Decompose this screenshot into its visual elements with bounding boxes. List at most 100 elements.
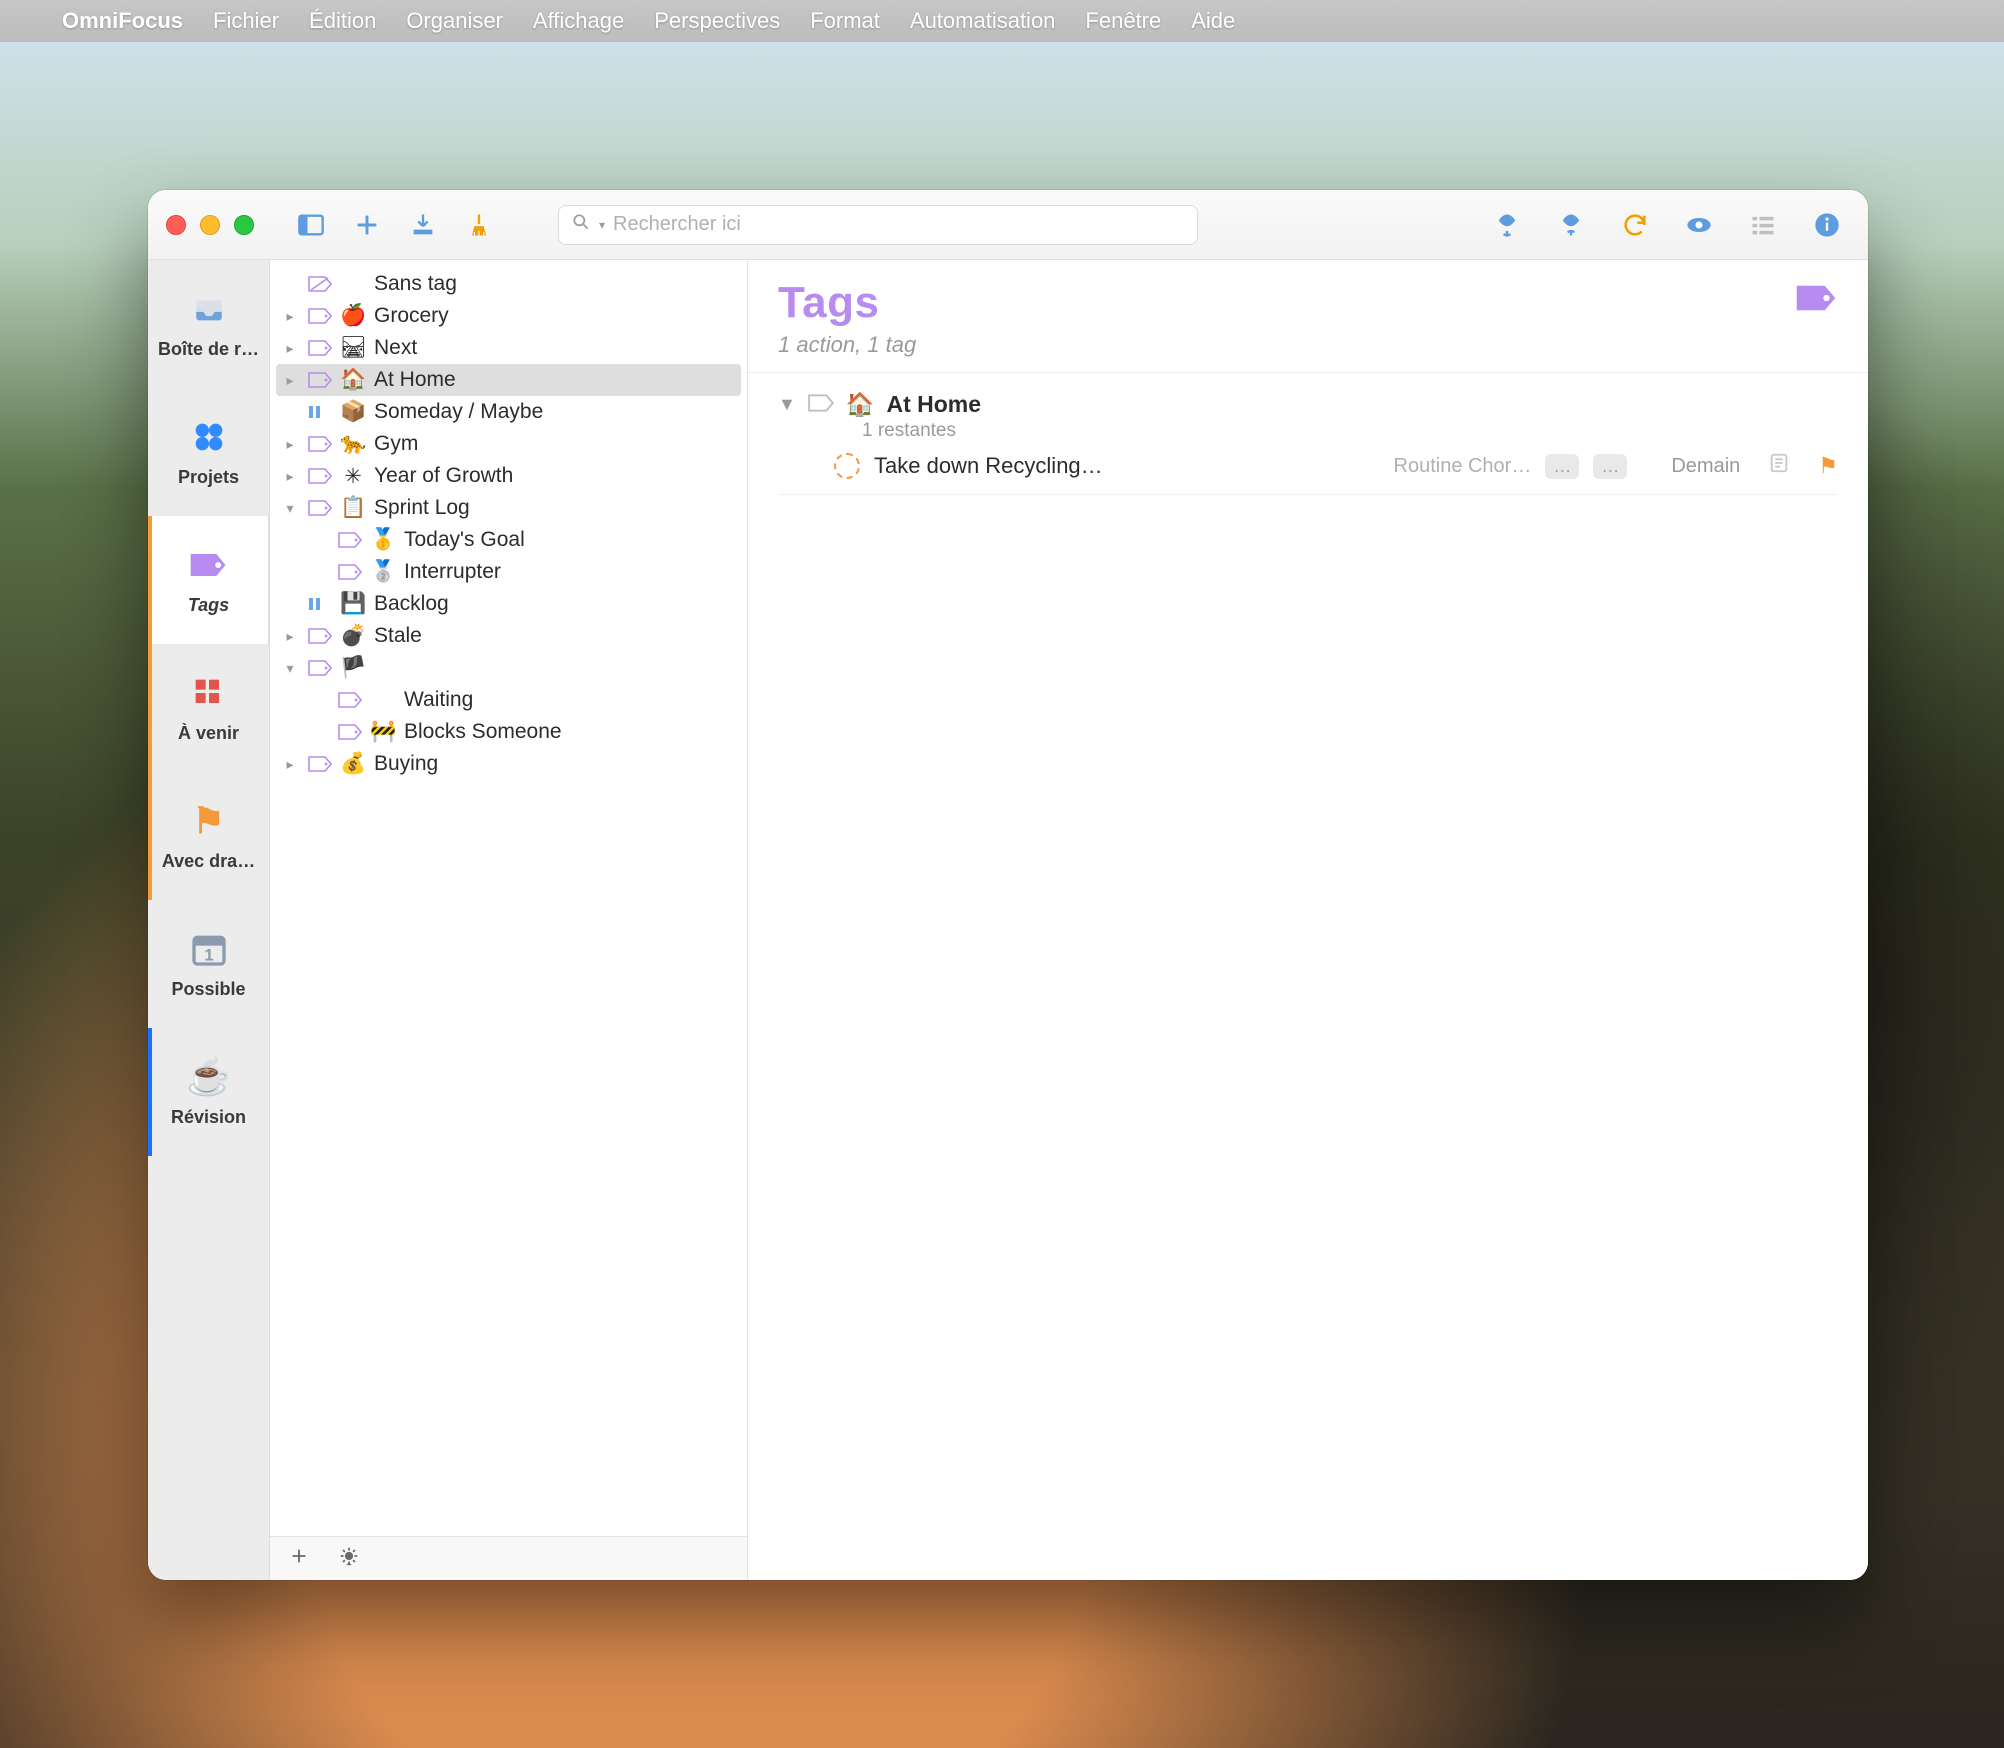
toolbar-search[interactable]: ▾ — [558, 205, 1198, 245]
forecast-icon — [187, 673, 231, 713]
tag-tree-row[interactable]: 🚧Blocks Someone — [270, 716, 747, 748]
tree-disclose-icon[interactable]: ▸ — [280, 372, 300, 389]
tag-tree-row[interactable]: ▾🏴 — [270, 652, 747, 684]
section-emoji: 🏠 — [846, 391, 875, 418]
tag-icon — [338, 531, 362, 549]
menubar-app-name[interactable]: OmniFocus — [62, 8, 183, 34]
menu-edit[interactable]: Édition — [309, 8, 376, 34]
tree-disclose-icon[interactable]: ▾ — [280, 660, 300, 677]
tag-tree-row[interactable]: Waiting — [270, 684, 747, 716]
toggle-sidebar-button[interactable] — [294, 208, 328, 242]
tag-emoji: 💾 — [340, 592, 366, 616]
tree-disclose-icon[interactable]: ▸ — [280, 308, 300, 325]
menu-format[interactable]: Format — [810, 8, 880, 34]
list-layout-button[interactable] — [1746, 208, 1780, 242]
tag-emoji: 🍎 — [340, 304, 366, 328]
tag-tree-row[interactable]: ▸✳Year of Growth — [270, 460, 747, 492]
tree-disclose-icon[interactable]: ▸ — [280, 436, 300, 453]
tag-icon — [308, 275, 332, 293]
inspector-button[interactable] — [1810, 208, 1844, 242]
menu-perspectives[interactable]: Perspectives — [654, 8, 780, 34]
tree-action-menu[interactable] — [338, 1545, 360, 1572]
window-zoom-button[interactable] — [234, 215, 254, 235]
perspective-projects[interactable]: Projets — [148, 388, 269, 516]
tag-tree-row[interactable]: ▸🏠At Home — [276, 364, 741, 396]
tag-emoji: 💰 — [340, 752, 366, 776]
tag-tree-row[interactable]: ▸ 🛤 Next — [270, 332, 747, 364]
tag-emoji: 📦 — [340, 400, 366, 424]
tag-tree-row[interactable]: 💾Backlog — [270, 588, 747, 620]
perspective-flagged[interactable]: ⚑ Avec dra… — [148, 772, 269, 900]
tag-tree-row[interactable]: 🥈Interrupter — [270, 556, 747, 588]
note-icon[interactable] — [1768, 452, 1790, 480]
perspective-forecast[interactable]: À venir — [148, 644, 269, 772]
sync-button[interactable] — [1618, 208, 1652, 242]
perspective-label: À venir — [154, 723, 264, 744]
tag-tree-row[interactable]: 📦Someday / Maybe — [270, 396, 747, 428]
tree-disclose-icon[interactable]: ▸ — [280, 468, 300, 485]
tree-disclose-icon[interactable]: ▸ — [280, 628, 300, 645]
inbox-icon — [187, 289, 231, 329]
tag-icon — [308, 499, 332, 517]
tag-emoji: 🛤 — [340, 336, 366, 360]
tag-label: Next — [374, 336, 417, 360]
tree-disclose-icon[interactable]: ▾ — [280, 500, 300, 517]
tag-tree[interactable]: Sans tag▸🍎Grocery▸🛤Next▸🏠At Home📦Someday… — [270, 260, 747, 1536]
focus-in-button[interactable] — [1490, 208, 1524, 242]
perspective-label: Tags — [154, 595, 264, 616]
task-tag-chip[interactable]: … — [1545, 454, 1579, 479]
tree-disclose-icon[interactable]: ▸ — [280, 340, 300, 357]
section-disclose-icon[interactable]: ▼ — [778, 394, 796, 415]
quick-entry-button[interactable] — [406, 208, 440, 242]
add-tag-button[interactable] — [288, 1545, 310, 1572]
tag-icon — [308, 339, 332, 357]
task-tag-chip[interactable]: … — [1593, 454, 1627, 479]
window-minimize-button[interactable] — [200, 215, 220, 235]
perspective-possible[interactable]: 1 Possible — [148, 900, 269, 1028]
tag-tree-row[interactable]: ▸💣Stale — [270, 620, 747, 652]
perspective-rail: Boîte de r… Projets Tags — [148, 260, 270, 1580]
tag-tree-row[interactable]: ▸🍎Grocery — [270, 300, 747, 332]
search-scope-chevron-icon[interactable]: ▾ — [599, 218, 605, 232]
menu-window[interactable]: Fenêtre — [1085, 8, 1161, 34]
tag-emoji: 🚧 — [370, 720, 396, 744]
flagged-icon: ⚑ — [187, 801, 231, 841]
tag-icon — [308, 659, 332, 677]
perspective-label: Révision — [154, 1107, 264, 1128]
menu-organize[interactable]: Organiser — [406, 8, 503, 34]
perspective-label: Avec dra… — [154, 851, 264, 872]
view-options-button[interactable] — [1682, 208, 1716, 242]
menu-view[interactable]: Affichage — [533, 8, 624, 34]
main-header: Tags 1 action, 1 tag — [748, 260, 1868, 373]
calendar-icon: 1 — [187, 929, 231, 969]
flag-icon[interactable]: ⚑ — [1818, 453, 1838, 479]
tag-icon — [308, 755, 332, 773]
task-row[interactable]: Take down Recycling… Routine Chor… … … D… — [778, 442, 1838, 495]
perspective-inbox[interactable]: Boîte de r… — [148, 260, 269, 388]
tag-icon — [338, 691, 362, 709]
tag-emoji: 📋 — [340, 496, 366, 520]
perspective-tags[interactable]: Tags — [148, 516, 269, 644]
tag-tree-row[interactable]: ▸🐆Gym — [270, 428, 747, 460]
tag-emoji: ✳ — [340, 464, 366, 489]
review-icon: ☕ — [187, 1057, 231, 1097]
tag-tree-row[interactable]: 🥇Today's Goal — [270, 524, 747, 556]
new-item-button[interactable] — [350, 208, 384, 242]
menu-automation[interactable]: Automatisation — [910, 8, 1056, 34]
tag-icon — [308, 403, 332, 421]
perspective-review[interactable]: ☕ Révision — [148, 1028, 269, 1156]
tag-tree-row[interactable]: ▾ 📋 Sprint Log — [270, 492, 747, 524]
menu-help[interactable]: Aide — [1191, 8, 1235, 34]
tree-disclose-icon[interactable]: ▸ — [280, 756, 300, 773]
menu-file[interactable]: Fichier — [213, 8, 279, 34]
tag-label: Sprint Log — [374, 496, 470, 520]
window-close-button[interactable] — [166, 215, 186, 235]
search-input[interactable] — [613, 213, 1185, 236]
cleanup-button[interactable] — [462, 208, 496, 242]
perspective-label: Possible — [154, 979, 264, 1000]
task-status-circle[interactable] — [834, 453, 860, 479]
tag-tree-row[interactable]: Sans tag — [270, 268, 747, 300]
tag-tree-row[interactable]: ▸💰Buying — [270, 748, 747, 780]
search-icon — [571, 212, 591, 238]
focus-out-button[interactable] — [1554, 208, 1588, 242]
